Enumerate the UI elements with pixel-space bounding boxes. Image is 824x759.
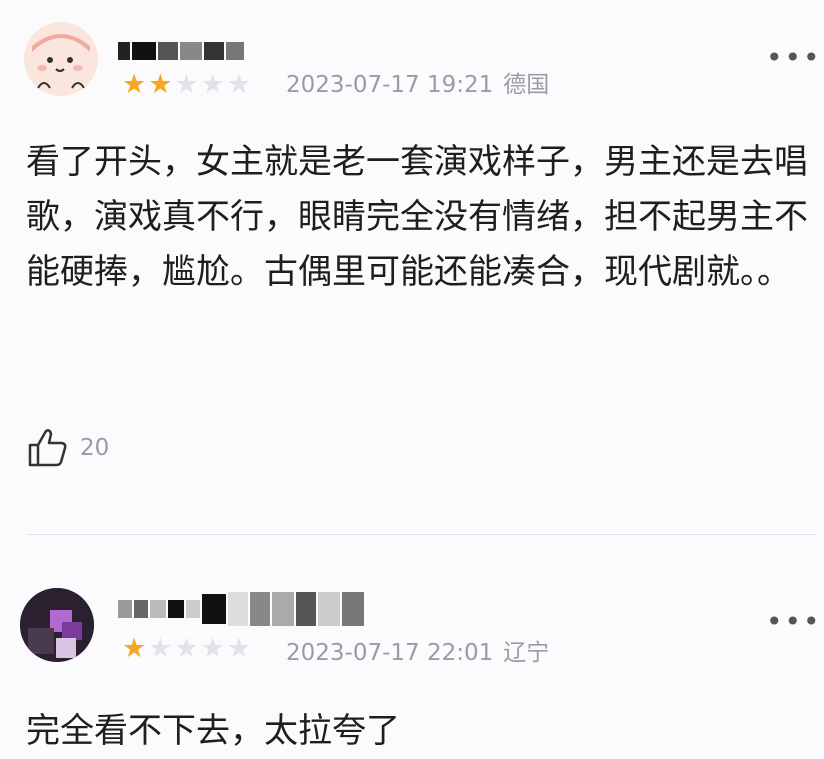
star-icon-empty: ★★★ [174, 69, 254, 100]
more-icon[interactable]: ••• [766, 44, 822, 72]
comment-item: ★★★★★ 2023-07-17 19:21 德国 ••• 看了开头，女主就是老一… [0, 0, 824, 535]
star-icon-filled: ★ [122, 633, 149, 664]
comment-date: 2023-07-17 19:21 [286, 72, 494, 98]
username-obscured[interactable] [118, 592, 366, 626]
thumbs-up-icon[interactable] [26, 425, 70, 473]
like-count: 20 [80, 435, 110, 461]
star-rating: ★★★★★ [122, 634, 253, 664]
star-icon-empty: ★★★★ [148, 633, 254, 664]
avatar[interactable] [24, 22, 98, 96]
comment-date: 2023-07-17 22:01 [286, 640, 494, 666]
star-rating: ★★★★★ [122, 70, 253, 100]
comment-text: 看了开头，女主就是老一套演戏样子，男主还是去唱歌，演戏真不行，眼睛完全没有情绪，… [26, 142, 808, 292]
comment-meta: 2023-07-17 19:21 德国 [286, 70, 549, 100]
star-icon-filled: ★★ [122, 69, 175, 100]
username-obscured[interactable] [118, 40, 246, 64]
more-icon[interactable]: ••• [766, 608, 822, 636]
comment-meta: 2023-07-17 22:01 辽宁 [286, 638, 549, 668]
avatar[interactable] [20, 588, 94, 662]
comment-text: 完全看不下去，太拉夸了 [26, 711, 400, 751]
comment-location: 德国 [503, 72, 550, 98]
divider [26, 534, 816, 535]
comment-item: ★★★★★ 2023-07-17 22:01 辽宁 ••• 完全看不下去，太拉夸了 [0, 570, 824, 751]
comment-location: 辽宁 [503, 640, 550, 666]
